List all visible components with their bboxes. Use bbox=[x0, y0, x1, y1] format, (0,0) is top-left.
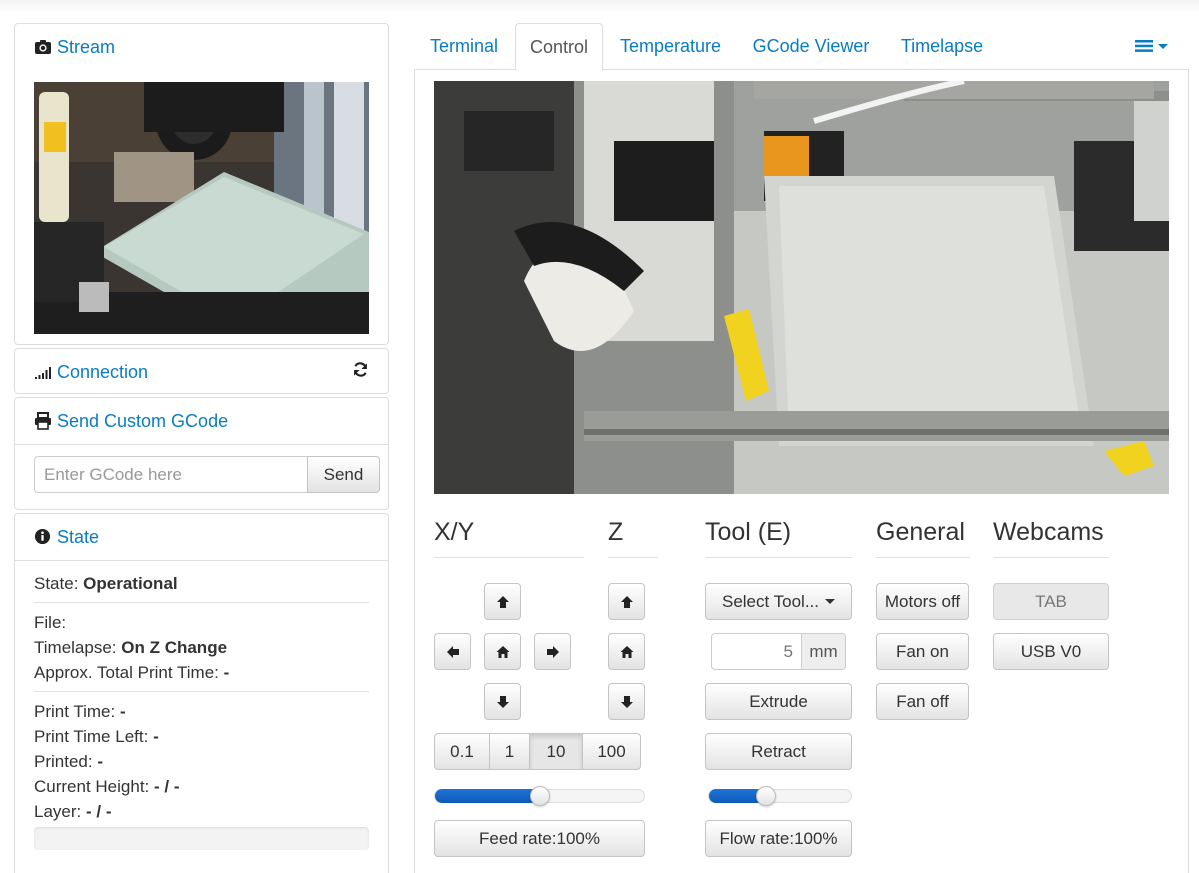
webcam-tab-button[interactable]: TAB bbox=[993, 583, 1109, 620]
printed-line: Printed: - bbox=[34, 752, 103, 771]
webcams-title: Webcams bbox=[993, 515, 1109, 558]
extrude-button[interactable]: Extrude bbox=[705, 683, 852, 720]
printer-icon bbox=[34, 412, 52, 430]
motors-off-button[interactable]: Motors off bbox=[876, 583, 969, 620]
camera-icon bbox=[34, 38, 52, 56]
flow-rate-slider[interactable] bbox=[708, 786, 852, 806]
step-1-button[interactable]: 1 bbox=[489, 733, 530, 770]
print-progress-bar bbox=[34, 827, 369, 850]
webcam-stream bbox=[434, 81, 1169, 494]
tab-bar: Terminal Control Temperature GCode Viewe… bbox=[414, 23, 1189, 71]
home-icon bbox=[496, 645, 509, 658]
step-size-group: 0.1 1 10 100 bbox=[434, 733, 641, 770]
xy-title: X/Y bbox=[434, 515, 584, 558]
jog-x-minus-button[interactable] bbox=[434, 633, 471, 670]
print-time-line: Print Time: - bbox=[34, 702, 126, 721]
state-machine-line: State: Operational bbox=[34, 574, 178, 593]
webcam-preview-small bbox=[34, 82, 369, 334]
connection-header[interactable]: Connection bbox=[15, 349, 388, 395]
signal-icon bbox=[34, 363, 52, 381]
arrow-up-icon bbox=[496, 595, 509, 608]
extrude-unit-label: mm bbox=[802, 633, 846, 670]
gcode-title[interactable]: Send Custom GCode bbox=[57, 411, 228, 432]
arrow-down-icon bbox=[620, 695, 633, 708]
gcode-panel: Send Custom GCode Send bbox=[14, 397, 389, 510]
fan-on-button[interactable]: Fan on bbox=[876, 633, 969, 670]
step-10-button[interactable]: 10 bbox=[529, 733, 583, 770]
jog-z-plus-button[interactable] bbox=[608, 583, 645, 620]
z-title: Z bbox=[608, 515, 658, 558]
fan-off-button[interactable]: Fan off bbox=[876, 683, 969, 720]
home-xy-button[interactable] bbox=[484, 633, 521, 670]
step-100-button[interactable]: 100 bbox=[582, 733, 641, 770]
feed-rate-button[interactable]: Feed rate:100% bbox=[434, 820, 645, 857]
timelapse-line: Timelapse: On Z Change bbox=[34, 638, 228, 657]
tab-temperature[interactable]: Temperature bbox=[605, 23, 736, 70]
stream-header[interactable]: Stream bbox=[15, 24, 388, 70]
arrow-right-icon bbox=[546, 645, 559, 658]
step-0-1-button[interactable]: 0.1 bbox=[434, 733, 490, 770]
gcode-send-button[interactable]: Send bbox=[307, 456, 380, 493]
select-tool-dropdown[interactable]: Select Tool... bbox=[705, 583, 852, 620]
timelapse-value: On Z Change bbox=[121, 638, 228, 657]
webcam-usb-v0-button[interactable]: USB V0 bbox=[993, 633, 1109, 670]
caret-down-icon bbox=[825, 599, 836, 604]
jog-y-plus-button[interactable] bbox=[484, 583, 521, 620]
arrow-left-icon bbox=[446, 645, 459, 658]
gcode-header[interactable]: Send Custom GCode bbox=[15, 398, 388, 444]
approx-time-line: Approx. Total Print Time: - bbox=[34, 663, 230, 682]
general-title: General bbox=[876, 515, 970, 558]
home-icon bbox=[620, 645, 633, 658]
file-line: File: bbox=[34, 613, 67, 632]
arrow-down-icon bbox=[496, 695, 509, 708]
gcode-input-group: Send bbox=[34, 456, 380, 493]
state-value: Operational bbox=[83, 574, 178, 593]
flow-rate-knob[interactable] bbox=[756, 786, 776, 806]
extrude-amount-input[interactable] bbox=[711, 633, 802, 670]
retract-button[interactable]: Retract bbox=[705, 733, 852, 770]
feed-rate-knob[interactable] bbox=[530, 786, 550, 806]
flow-rate-button[interactable]: Flow rate:100% bbox=[705, 820, 852, 857]
info-icon bbox=[34, 528, 52, 546]
stream-panel: Stream bbox=[14, 23, 389, 345]
divider bbox=[34, 602, 369, 603]
layer-line: Layer: - / - bbox=[34, 802, 112, 821]
tabs-menu-icon[interactable] bbox=[1135, 38, 1171, 59]
arrow-up-icon bbox=[620, 595, 633, 608]
divider bbox=[34, 691, 369, 692]
connection-panel: Connection bbox=[14, 348, 389, 394]
refresh-icon[interactable] bbox=[352, 361, 369, 383]
tab-gcode-viewer[interactable]: GCode Viewer bbox=[738, 23, 884, 70]
state-panel: State State: Operational File: Timelapse… bbox=[14, 513, 389, 873]
jog-y-minus-button[interactable] bbox=[484, 683, 521, 720]
top-bar bbox=[0, 0, 1199, 14]
stream-title[interactable]: Stream bbox=[57, 37, 115, 58]
connection-title[interactable]: Connection bbox=[57, 362, 148, 383]
state-title[interactable]: State bbox=[57, 527, 99, 548]
state-header[interactable]: State bbox=[15, 514, 388, 560]
home-z-button[interactable] bbox=[608, 633, 645, 670]
tab-control[interactable]: Control bbox=[515, 23, 603, 71]
gcode-input[interactable] bbox=[34, 456, 307, 493]
extrude-amount-group: mm bbox=[711, 633, 846, 670]
time-left-line: Print Time Left: - bbox=[34, 727, 159, 746]
select-tool-label: Select Tool... bbox=[721, 591, 820, 611]
feed-rate-fill bbox=[435, 789, 540, 803]
tab-timelapse[interactable]: Timelapse bbox=[886, 23, 998, 70]
feed-rate-slider[interactable] bbox=[434, 786, 645, 806]
jog-x-plus-button[interactable] bbox=[534, 633, 571, 670]
current-height-line: Current Height: - / - bbox=[34, 777, 180, 796]
jog-z-minus-button[interactable] bbox=[608, 683, 645, 720]
tab-terminal[interactable]: Terminal bbox=[415, 23, 513, 70]
tool-title: Tool (E) bbox=[705, 515, 852, 558]
